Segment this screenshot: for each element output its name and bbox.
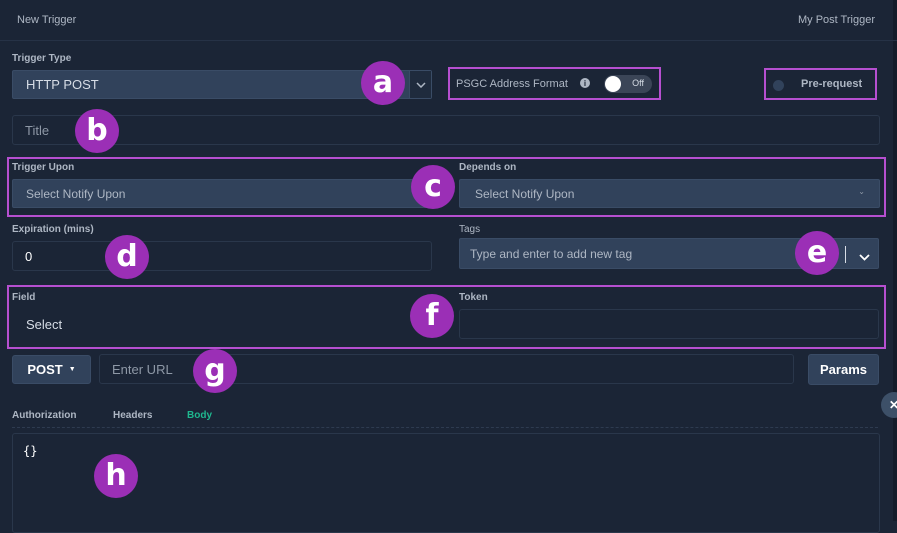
annotation-badge-h: h [94, 454, 138, 498]
tags-label: Tags [459, 224, 481, 235]
caret-down-icon: ▼ [68, 366, 76, 373]
chevron-down-icon[interactable] [409, 71, 431, 98]
params-button[interactable]: Params [808, 354, 879, 385]
annotation-badge-g: g [193, 349, 237, 393]
token-label: Token [459, 292, 488, 303]
depends-on-placeholder: Select Notify Upon [475, 186, 575, 201]
title-input[interactable]: Title [12, 115, 880, 145]
trigger-type-value: HTTP POST [26, 77, 99, 92]
caret-down-icon: ⌄ [858, 187, 865, 196]
body-content: {} [23, 444, 38, 458]
field-label: Field [12, 292, 36, 303]
window-edge [893, 0, 897, 521]
depends-on-label: Depends on [459, 162, 517, 173]
method-label: POST [27, 362, 63, 377]
header-trigger-name: My Post Trigger [797, 14, 875, 26]
prerequest-highlight: Pre-request [764, 68, 877, 100]
trigger-upon-placeholder: Select Notify Upon [26, 186, 126, 201]
psgc-toggle[interactable]: Off [604, 75, 652, 93]
expiration-label: Expiration (mins) [12, 224, 94, 235]
annotation-badge-a: a [361, 61, 405, 105]
token-input[interactable] [459, 309, 879, 339]
tags-separator [845, 246, 846, 263]
tab-authorization[interactable]: Authorization [12, 410, 76, 421]
toggle-knob [605, 76, 621, 92]
annotation-badge-c: c [411, 165, 455, 209]
header-divider [0, 40, 897, 41]
body-editor[interactable]: {} [12, 433, 880, 533]
annotation-badge-d: d [105, 235, 149, 279]
trigger-upon-select[interactable]: Select Notify Upon [12, 179, 432, 208]
prerequest-radio[interactable] [773, 80, 784, 91]
expiration-input[interactable]: 0 [12, 241, 432, 271]
url-placeholder: Enter URL [112, 361, 173, 377]
annotation-badge-f: f [410, 294, 454, 338]
trigger-type-label: Trigger Type [12, 53, 72, 64]
toggle-state-text: Off [632, 78, 644, 88]
expiration-value: 0 [25, 248, 33, 264]
annotation-badge-e: e [795, 231, 839, 275]
tags-chevron-down-icon[interactable] [859, 250, 870, 264]
tabs-divider [12, 427, 878, 428]
trigger-upon-label: Trigger Upon [12, 162, 75, 173]
annotation-badge-b: b [75, 109, 119, 153]
depends-on-select[interactable]: Select Notify Upon ⌄ [459, 179, 880, 208]
method-dropdown-button[interactable]: POST ▼ [12, 355, 91, 384]
close-icon[interactable]: ✕ [881, 392, 897, 418]
info-icon: i [580, 78, 590, 88]
psgc-highlight: PSGC Address Format i Off [448, 67, 661, 100]
psgc-label: PSGC Address Format [456, 78, 568, 90]
title-placeholder: Title [25, 122, 50, 138]
tab-body[interactable]: Body [187, 410, 212, 421]
prerequest-label: Pre-request [801, 78, 863, 90]
header-new-trigger: New Trigger [17, 14, 77, 26]
field-select[interactable]: Select [26, 317, 62, 332]
tags-placeholder: Type and enter to add new tag [470, 246, 633, 261]
tab-headers[interactable]: Headers [113, 410, 152, 421]
